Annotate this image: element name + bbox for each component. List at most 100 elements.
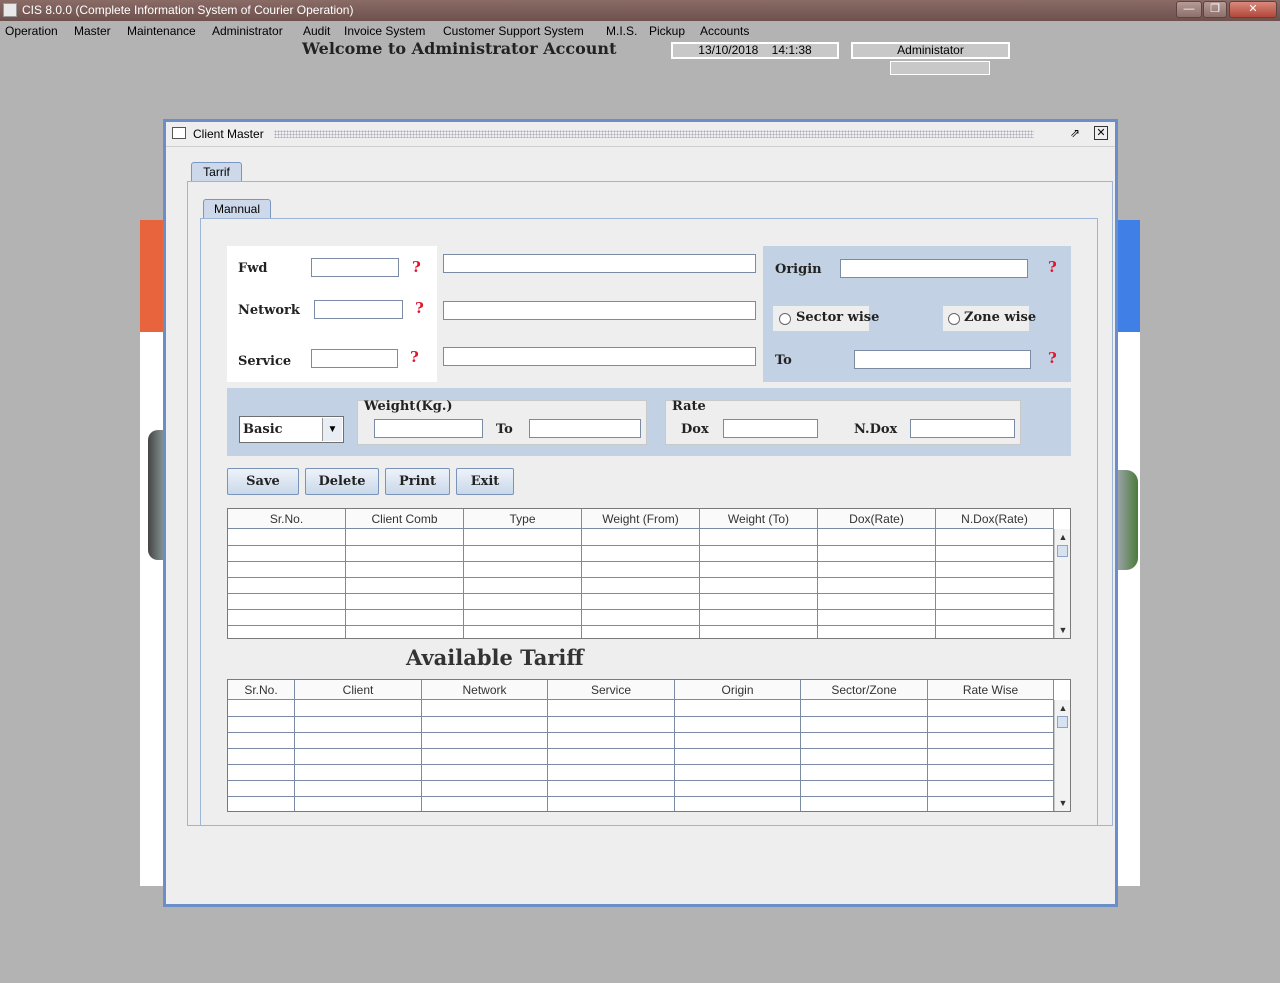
zone-wise-label: Zone wise <box>964 310 1037 325</box>
menu-customer-support-system[interactable]: Customer Support System <box>443 24 584 38</box>
column-header-sector-zone[interactable]: Sector/Zone <box>801 680 928 700</box>
client-master-window: Client Master ⇗ ✕ Tarrif Mannual Fwd ? N… <box>163 119 1118 907</box>
table-row[interactable] <box>228 748 1054 749</box>
column-header-srno[interactable]: Sr.No. <box>228 509 346 529</box>
close-icon: ✕ <box>1096 127 1106 139</box>
tariff-type-select[interactable]: Basic ▼ <box>239 416 344 443</box>
table-row[interactable] <box>228 716 1054 717</box>
welcome-heading: Welcome to Administrator Account <box>302 39 617 58</box>
frame-restore-button[interactable]: ⇗ <box>1067 125 1083 141</box>
app-title: CIS 8.0.0 (Complete Information System o… <box>22 3 354 17</box>
table-row[interactable] <box>228 577 1054 578</box>
service-label: Service <box>238 354 292 369</box>
service-help-icon[interactable]: ? <box>410 348 419 366</box>
network-name-input[interactable] <box>443 301 756 320</box>
column-header-network[interactable]: Network <box>422 680 548 700</box>
tab-tarrif[interactable]: Tarrif <box>191 162 242 181</box>
fwd-code-input[interactable] <box>311 258 399 277</box>
service-code-input[interactable] <box>311 349 398 368</box>
scroll-down-icon[interactable]: ▼ <box>1056 796 1070 810</box>
time-value: 14:1:38 <box>771 43 812 57</box>
save-button[interactable]: Save <box>227 468 299 495</box>
network-code-input[interactable] <box>314 300 403 319</box>
table-row[interactable] <box>228 732 1054 733</box>
close-window-button[interactable]: ✕ <box>1229 1 1277 18</box>
print-button[interactable]: Print <box>385 468 450 495</box>
origin-input[interactable] <box>840 259 1028 278</box>
tariff-type-value: Basic <box>243 422 283 437</box>
column-header-weight-to[interactable]: Weight (To) <box>700 509 818 529</box>
chevron-down-icon[interactable]: ▼ <box>322 418 342 441</box>
weight-to-input[interactable] <box>529 419 641 438</box>
available-table-scrollbar[interactable]: ▲ ▼ <box>1054 700 1070 811</box>
menu-administrator[interactable]: Administrator <box>212 24 283 38</box>
scroll-thumb[interactable] <box>1057 545 1068 557</box>
table-row[interactable] <box>228 609 1054 610</box>
scroll-down-icon[interactable]: ▼ <box>1056 623 1070 637</box>
scroll-up-icon[interactable]: ▲ <box>1056 701 1070 715</box>
destination-input[interactable] <box>854 350 1031 369</box>
table-row[interactable] <box>228 545 1054 546</box>
frame-close-button[interactable]: ✕ <box>1094 126 1108 140</box>
origin-destination-panel: Origin ? Sector wise Zone wise To ? <box>763 246 1071 382</box>
table-row[interactable] <box>228 796 1054 797</box>
zone-wise-radio[interactable]: Zone wise <box>943 306 1036 331</box>
status-box <box>890 61 990 75</box>
origin-help-icon[interactable]: ? <box>1048 258 1057 276</box>
menu-master[interactable]: Master <box>74 24 111 38</box>
available-tariff-title: Available Tariff <box>406 645 584 670</box>
column-header-dox-rate[interactable]: Dox(Rate) <box>818 509 936 529</box>
user-name: Administator <box>897 43 964 57</box>
scroll-up-icon[interactable]: ▲ <box>1056 530 1070 544</box>
column-header-service[interactable]: Service <box>548 680 675 700</box>
fwd-name-input[interactable] <box>443 254 756 273</box>
menu-invoice-system[interactable]: Invoice System <box>344 24 425 38</box>
close-icon: ✕ <box>1248 3 1258 15</box>
column-header-client-comb[interactable]: Client Comb <box>346 509 464 529</box>
sector-wise-radio-circle[interactable] <box>779 313 791 325</box>
exit-button[interactable]: Exit <box>456 468 514 495</box>
scroll-thumb[interactable] <box>1057 716 1068 728</box>
tab-mannual[interactable]: Mannual <box>203 199 271 219</box>
table-row[interactable] <box>228 780 1054 781</box>
menu-mis[interactable]: M.I.S. <box>606 24 637 38</box>
zone-wise-radio-circle[interactable] <box>948 313 960 325</box>
table-row[interactable] <box>228 561 1054 562</box>
menu-maintenance[interactable]: Maintenance <box>127 24 196 38</box>
network-help-icon[interactable]: ? <box>415 299 424 317</box>
table-row[interactable] <box>228 593 1054 594</box>
column-header-rate-wise[interactable]: Rate Wise <box>928 680 1054 700</box>
sector-wise-radio[interactable]: Sector wise <box>773 306 879 331</box>
menu-operation[interactable]: Operation <box>5 24 58 38</box>
available-tariff-table: Sr.No. Client Network Service Origin Sec… <box>227 679 1071 812</box>
destination-help-icon[interactable]: ? <box>1048 349 1057 367</box>
dox-rate-input[interactable] <box>723 419 818 438</box>
menu-accounts[interactable]: Accounts <box>700 24 749 38</box>
minimize-button[interactable]: — <box>1176 1 1202 18</box>
column-header-ndox-rate[interactable]: N.Dox(Rate) <box>936 509 1054 529</box>
user-display: Administator <box>851 42 1010 59</box>
to-label: To <box>775 353 792 368</box>
ndox-rate-input[interactable] <box>910 419 1015 438</box>
table-row[interactable] <box>228 764 1054 765</box>
column-header-weight-from[interactable]: Weight (From) <box>582 509 700 529</box>
tariff-table: Sr.No. Client Comb Type Weight (From) We… <box>227 508 1071 639</box>
column-header-srno[interactable]: Sr.No. <box>228 680 295 700</box>
delete-button[interactable]: Delete <box>305 468 379 495</box>
title-grip <box>274 130 1034 138</box>
rate-entry-panel: Basic ▼ Weight(Kg.) To Rate Dox N.Dox <box>227 388 1071 456</box>
column-header-client[interactable]: Client <box>295 680 422 700</box>
table-row[interactable] <box>228 625 1054 626</box>
service-name-input[interactable] <box>443 347 756 366</box>
tariff-table-scrollbar[interactable]: ▲ ▼ <box>1054 529 1070 638</box>
menu-pickup[interactable]: Pickup <box>649 24 685 38</box>
ndox-label: N.Dox <box>854 422 898 437</box>
weight-from-input[interactable] <box>374 419 483 438</box>
menu-audit[interactable]: Audit <box>303 24 330 38</box>
weight-group: Weight(Kg.) To <box>357 399 647 445</box>
client-master-title-bar: Client Master ⇗ ✕ <box>166 122 1115 147</box>
column-header-type[interactable]: Type <box>464 509 582 529</box>
fwd-help-icon[interactable]: ? <box>412 258 421 276</box>
column-header-origin[interactable]: Origin <box>675 680 801 700</box>
maximize-button[interactable]: ❐ <box>1203 1 1227 18</box>
